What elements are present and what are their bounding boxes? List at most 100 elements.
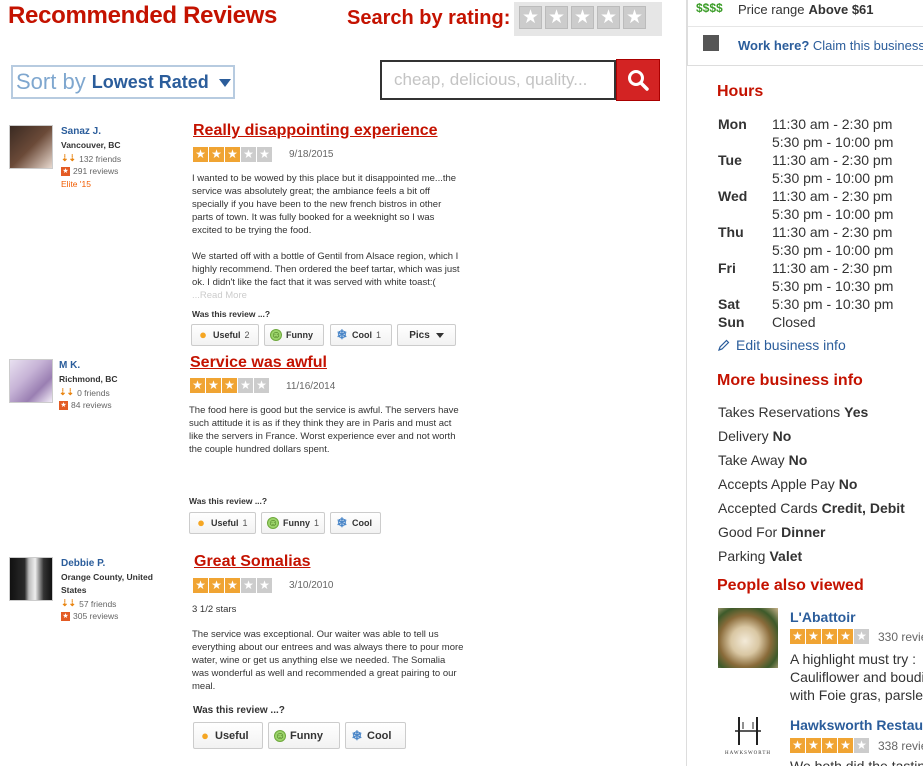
was-this-review-label: Was this review ...? <box>192 309 271 319</box>
place-snippet: Cauliflower and boudin <box>790 669 923 685</box>
friends-icon: ⇣⇣ <box>59 387 75 397</box>
building-icon <box>703 35 719 51</box>
star-icon: ★ <box>209 147 224 162</box>
review-body: The food here is good but the service is… <box>189 404 461 469</box>
avatar[interactable] <box>9 125 53 169</box>
cool-button[interactable]: ❄ Cool 1 <box>330 324 392 346</box>
useful-button[interactable]: ● Useful 2 <box>191 324 259 346</box>
review-rating: ★ ★ ★ ★ ★ <box>190 378 269 393</box>
lightbulb-icon: ● <box>201 727 209 743</box>
review-rating: ★ ★ ★ ★ ★ <box>193 147 272 162</box>
review-subtitle: 3 1/2 stars <box>192 604 237 615</box>
review-date: 9/18/2015 <box>289 149 334 160</box>
info-row: Take Away No <box>718 452 808 468</box>
divider <box>688 26 923 27</box>
smiley-icon: ☺ <box>270 329 282 341</box>
review-title[interactable]: Great Somalias <box>194 553 311 571</box>
pics-dropdown[interactable]: Pics <box>397 324 456 346</box>
star-icon: ★ <box>822 629 837 644</box>
hawksworth-logo-icon <box>735 717 761 745</box>
star-icon: ★ <box>854 738 869 753</box>
hours-day: Sat <box>718 296 740 312</box>
user-name[interactable]: M K. <box>59 360 80 371</box>
place-snippet: A highlight must try : <box>790 651 917 667</box>
hours-time: 11:30 am - 2:30 pm <box>772 152 893 168</box>
review-rating: ★ ★ ★ ★ ★ <box>193 578 272 593</box>
useful-button[interactable]: ● Useful <box>193 722 263 749</box>
user-name[interactable]: Debbie P. <box>61 558 105 569</box>
star-icon: ★ <box>257 578 272 593</box>
friend-count: ⇣⇣ 0 friends <box>59 387 110 398</box>
page-title: Recommended Reviews <box>8 2 278 29</box>
elite-badge[interactable]: Elite '15 <box>61 179 91 189</box>
was-this-review-label: Was this review ...? <box>193 705 285 716</box>
smiley-icon: ☺ <box>267 517 279 529</box>
place-name-link[interactable]: Hawksworth Restaurant <box>790 717 923 733</box>
useful-button[interactable]: ● Useful 1 <box>189 512 256 534</box>
star-icon[interactable]: ★ <box>571 6 594 29</box>
friends-icon: ⇣⇣ <box>61 598 77 608</box>
user-location: Orange County, United States <box>61 572 153 595</box>
review-icon: ★ <box>61 611 70 621</box>
rating-filter[interactable]: ★ ★ ★ ★ ★ <box>514 2 662 36</box>
people-also-viewed-title: People also viewed <box>717 577 864 594</box>
edit-business-info-link[interactable]: Edit business info <box>718 337 846 353</box>
funny-button[interactable]: ☺ Funny <box>264 324 324 346</box>
star-icon: ★ <box>209 578 224 593</box>
place-name-link[interactable]: L'Abattoir <box>790 609 856 625</box>
was-this-review-label: Was this review ...? <box>189 496 268 506</box>
hours-day: Mon <box>718 116 747 132</box>
friends-icon: ⇣⇣ <box>61 153 77 163</box>
review-paragraph: I wanted to be wowed by this place but i… <box>192 173 457 236</box>
info-row: Takes Reservations Yes <box>718 404 869 420</box>
star-icon: ★ <box>806 738 821 753</box>
star-icon: ★ <box>193 147 208 162</box>
review-search-input[interactable] <box>380 60 616 100</box>
star-icon[interactable]: ★ <box>545 6 568 29</box>
star-icon: ★ <box>225 147 240 162</box>
search-button[interactable] <box>616 59 660 101</box>
hours-time: 5:30 pm - 10:30 pm <box>772 278 894 294</box>
avatar[interactable] <box>9 557 53 601</box>
star-icon: ★ <box>254 378 269 393</box>
star-icon: ★ <box>225 578 240 593</box>
friend-count: ⇣⇣ 57 friends <box>61 598 117 609</box>
place-thumbnail[interactable]: HAWKSWORTH <box>718 713 778 766</box>
funny-button[interactable]: ☺ Funny 1 <box>261 512 325 534</box>
hours-time: Closed <box>772 314 816 330</box>
hours-time: 5:30 pm - 10:00 pm <box>772 134 894 150</box>
review-count: ★ 291 reviews <box>61 166 119 176</box>
friend-count: ⇣⇣ 132 friends <box>61 153 122 164</box>
sort-by-value: Lowest Rated <box>91 71 209 92</box>
place-thumbnail[interactable] <box>718 608 778 668</box>
place-review-count: 338 reviews <box>878 739 923 753</box>
review-paragraph: The service was exceptional. Our waiter … <box>192 629 464 692</box>
star-icon: ★ <box>241 578 256 593</box>
star-icon[interactable]: ★ <box>623 6 646 29</box>
user-name[interactable]: Sanaz J. <box>61 126 101 137</box>
more-info-title: More business info <box>717 372 863 389</box>
star-icon[interactable]: ★ <box>519 6 542 29</box>
funny-button[interactable]: ☺ Funny <box>268 722 340 749</box>
place-snippet: We both did the tasting <box>790 758 923 766</box>
review-title[interactable]: Really disappointing experience <box>193 122 438 140</box>
hours-day: Wed <box>718 188 748 204</box>
snowflake-icon: ❄ <box>336 327 348 342</box>
star-icon[interactable]: ★ <box>597 6 620 29</box>
hours-time: 5:30 pm - 10:00 pm <box>772 206 894 222</box>
info-row: Delivery No <box>718 428 792 444</box>
cool-button[interactable]: ❄ Cool <box>330 512 381 534</box>
hours-time: 11:30 am - 2:30 pm <box>772 224 893 240</box>
sort-dropdown[interactable]: Sort by Lowest Rated <box>11 65 235 99</box>
avatar[interactable] <box>9 359 53 403</box>
star-icon: ★ <box>257 147 272 162</box>
info-row: Parking Valet <box>718 548 803 564</box>
review-body: I wanted to be wowed by this place but i… <box>192 172 462 315</box>
star-icon: ★ <box>790 629 805 644</box>
read-more-link[interactable]: ...Read More <box>192 290 247 301</box>
claim-business-link[interactable]: Work here? Claim this business <box>738 38 923 53</box>
cool-button[interactable]: ❄ Cool <box>345 722 406 749</box>
review-title[interactable]: Service was awful <box>190 354 327 372</box>
hours-time: 5:30 pm - 10:00 pm <box>772 242 894 258</box>
pencil-icon <box>718 339 730 351</box>
